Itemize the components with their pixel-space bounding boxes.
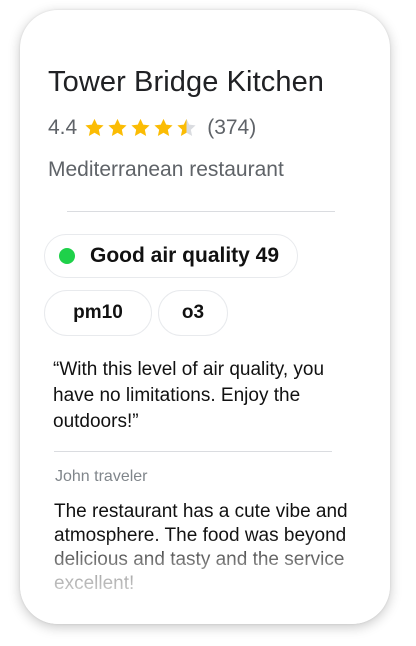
place-title: Tower Bridge Kitchen <box>48 66 325 98</box>
star-icon <box>154 118 173 136</box>
reviewer-name: John traveler <box>55 468 148 485</box>
star-rating <box>83 117 198 139</box>
place-card: Tower Bridge Kitchen 4.4 (374) Mediterra… <box>20 10 390 624</box>
star-half-icon <box>177 118 196 136</box>
status-dot-icon <box>59 248 75 264</box>
pollutant-chip-pm10[interactable]: pm10 <box>44 290 152 336</box>
air-quality-label: Good air quality 49 <box>90 244 280 267</box>
review-count-link[interactable]: (374) <box>207 116 256 140</box>
air-quality-badge[interactable]: Good air quality 49 <box>44 234 299 278</box>
rating-row: 4.4 (374) <box>48 113 256 143</box>
place-category: Mediterranean restaurant <box>48 158 284 181</box>
review-text: The restaurant has a cute vibe and atmos… <box>54 501 348 594</box>
divider <box>54 451 332 452</box>
star-icon <box>108 118 127 136</box>
divider <box>67 211 335 212</box>
pollutant-chip-o3[interactable]: o3 <box>158 290 228 336</box>
air-quality-quote: “With this level of air quality, you hav… <box>53 359 325 432</box>
star-icon <box>131 118 150 136</box>
rating-value: 4.4 <box>48 116 78 139</box>
star-icon <box>85 118 104 136</box>
